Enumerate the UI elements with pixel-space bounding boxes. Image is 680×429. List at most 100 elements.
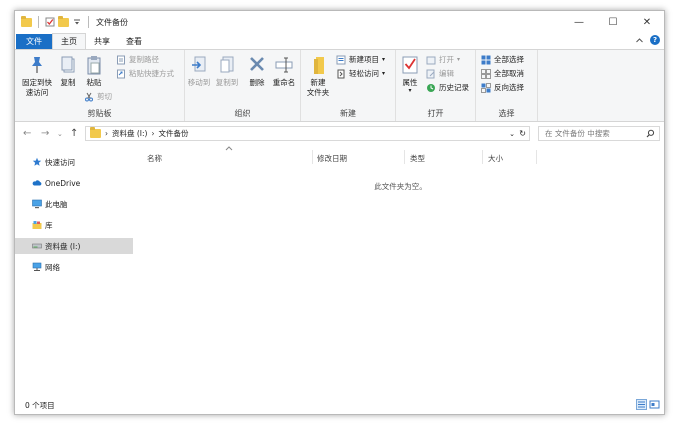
tab-share[interactable]: 共享 [86, 34, 118, 49]
close-button[interactable]: ✕ [630, 11, 664, 33]
star-icon [32, 157, 42, 166]
rename-button[interactable]: 重命名 [271, 54, 297, 88]
easy-access-button[interactable]: 轻松访问 ▾ [336, 68, 385, 79]
open-icon [426, 56, 436, 64]
folder-icon [90, 127, 101, 138]
nav-item-this-pc[interactable]: 此电脑 [15, 196, 133, 212]
properties-icon [402, 56, 418, 74]
column-header-date[interactable]: 修改日期 [317, 153, 347, 164]
search-placeholder: 在 文件备份 中搜索 [545, 129, 610, 138]
tab-file[interactable]: 文件 [16, 34, 52, 49]
minimize-button[interactable]: — [562, 11, 596, 33]
back-arrow-icon[interactable]: ← [23, 128, 31, 139]
drive-icon [32, 243, 42, 249]
nav-item-drive-i[interactable]: 资料盘 (I:) [15, 238, 133, 254]
select-group: 全部选择 全部取消 反向选择 选择 [476, 50, 538, 121]
move-to-button[interactable]: 移动到 [187, 54, 211, 88]
address-dropdown-icon[interactable]: ⌄ [509, 130, 515, 138]
select-all-button[interactable]: 全部选择 [481, 54, 524, 65]
chevron-down-icon: ▾ [382, 70, 386, 77]
forward-arrow-icon[interactable]: → [41, 128, 49, 139]
clipboard-group-label: 剪贴板 [87, 109, 112, 118]
item-count: 0 个项目 [25, 400, 55, 410]
new-item-icon [336, 55, 346, 64]
organize-group: 移动到 复制到 删除 重命名 组织 [185, 50, 301, 121]
select-all-icon [481, 55, 491, 64]
open-group-label: 打开 [427, 109, 444, 118]
breadcrumb-drive[interactable]: 资料盘 (I:) [112, 128, 147, 139]
explorer-window: 文件备份 — ☐ ✕ 文件 主页 共享 查看 ? 固定到快 速访问 复制 粘贴 … [14, 10, 665, 415]
details-view-icon[interactable] [636, 399, 647, 410]
paste-icon [87, 56, 101, 75]
breadcrumb-folder[interactable]: 文件备份 [158, 128, 188, 139]
paste-shortcut-button[interactable]: 粘贴快捷方式 [116, 68, 174, 79]
scissors-icon [85, 92, 93, 101]
open-button[interactable]: 打开 ▾ [426, 54, 460, 65]
history-button[interactable]: 历史记录 [426, 82, 469, 93]
invert-selection-icon [481, 82, 491, 93]
select-none-button[interactable]: 全部取消 [481, 68, 524, 79]
collapse-ribbon-icon[interactable] [635, 36, 644, 45]
edit-button[interactable]: 编辑 [426, 68, 454, 79]
title-bar: 文件备份 — ☐ ✕ [15, 11, 664, 33]
file-list: 名称 修改日期 类型 大小 此文件夹为空。 [135, 146, 666, 396]
address-row: ← → ⌄ ↑ › 资料盘 (I:) › 文件备份 ⌄ ↻ 在 文件备份 中搜索 [15, 125, 664, 143]
recent-locations-icon[interactable]: ⌄ [57, 130, 63, 138]
cut-button[interactable]: 剪切 [84, 91, 112, 102]
column-header-size[interactable]: 大小 [488, 153, 503, 164]
ribbon-tabs: 文件 主页 共享 查看 ? [15, 33, 664, 49]
empty-folder-message: 此文件夹为空。 [374, 182, 427, 191]
window-controls: — ☐ ✕ [562, 11, 664, 33]
network-icon [32, 262, 42, 271]
copy-to-button[interactable]: 复制到 [215, 54, 239, 88]
paste-button[interactable]: 粘贴 [83, 54, 105, 88]
tab-view[interactable]: 查看 [118, 34, 150, 49]
navigation-pane: 快速访问 OneDrive 此电脑 库 资料盘 (I:) 网络 [15, 146, 133, 396]
select-none-icon [481, 68, 491, 79]
window-title: 文件备份 [96, 17, 128, 27]
column-header-name[interactable]: 名称 [147, 153, 162, 164]
copy-icon [61, 56, 75, 73]
search-box[interactable]: 在 文件备份 中搜索 [538, 126, 660, 141]
invert-selection-button[interactable]: 反向选择 [481, 82, 524, 93]
easy-access-icon [337, 69, 345, 78]
customize-dropdown-icon[interactable] [72, 17, 82, 27]
copy-to-icon [220, 56, 234, 73]
organize-group-label: 组织 [234, 109, 251, 118]
copy-path-icon [117, 55, 125, 64]
new-group: 新建 文件夹 新建项目 ▾ 轻松访问 ▾ 新建 [301, 50, 396, 121]
delete-button[interactable]: 删除 [247, 54, 267, 88]
new-folder-icon [314, 57, 324, 74]
tab-home[interactable]: 主页 [52, 33, 86, 49]
up-arrow-icon[interactable]: ↑ [70, 128, 78, 139]
chevron-down-icon: ▾ [408, 87, 412, 94]
column-header-type[interactable]: 类型 [410, 153, 425, 164]
library-icon [32, 221, 42, 229]
nav-item-libraries[interactable]: 库 [15, 217, 133, 233]
nav-item-onedrive[interactable]: OneDrive [15, 175, 133, 191]
address-bar[interactable]: › 资料盘 (I:) › 文件备份 ⌄ ↻ [85, 126, 530, 141]
nav-item-quick-access[interactable]: 快速访问 [15, 154, 133, 170]
large-icons-view-icon[interactable] [649, 399, 660, 410]
new-folder-icon[interactable] [58, 15, 69, 27]
new-folder-button[interactable]: 新建 文件夹 [305, 54, 331, 98]
chevron-down-icon: ▾ [457, 56, 461, 63]
folder-icon [21, 15, 32, 27]
cloud-icon [32, 180, 42, 186]
new-item-button[interactable]: 新建项目 ▾ [336, 54, 385, 65]
select-group-label: 选择 [498, 109, 515, 118]
copy-path-button[interactable]: 复制路径 [116, 54, 159, 65]
ribbon: 固定到快 速访问 复制 粘贴 复制路径 粘贴快捷方式 剪切 剪贴板 移动到 复制… [15, 49, 664, 122]
copy-button[interactable]: 复制 [57, 54, 79, 88]
help-icon[interactable]: ? [650, 35, 660, 45]
pin-quick-access-button[interactable]: 固定到快 速访问 [19, 54, 55, 98]
refresh-icon[interactable]: ↻ [519, 129, 526, 138]
history-icon [427, 83, 435, 92]
nav-item-network[interactable]: 网络 [15, 259, 133, 275]
breadcrumb-separator-icon: › [151, 129, 155, 138]
maximize-button[interactable]: ☐ [596, 11, 630, 33]
clipboard-group: 固定到快 速访问 复制 粘贴 复制路径 粘贴快捷方式 剪切 剪贴板 [15, 50, 185, 121]
properties-check-icon[interactable] [45, 17, 55, 27]
breadcrumb-separator-icon: › [105, 129, 108, 138]
properties-button[interactable]: 属性 ▾ [400, 54, 420, 94]
